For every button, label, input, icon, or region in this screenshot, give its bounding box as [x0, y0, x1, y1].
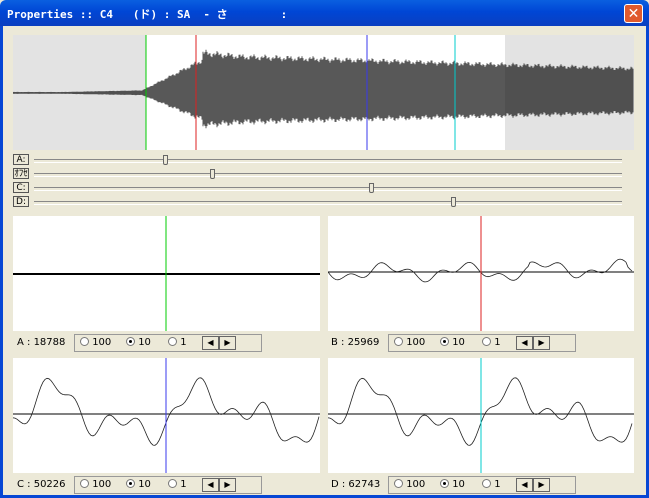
panel-a[interactable] [13, 216, 320, 331]
step-left-button[interactable]: ◀ [202, 336, 219, 350]
step-left-button[interactable]: ◀ [516, 478, 533, 492]
panel-d-controls: D : 62743 100 10 1 ◀ ▶ [331, 476, 631, 496]
slider-0-track[interactable] [34, 159, 622, 163]
radio-10[interactable]: 10 [126, 337, 151, 348]
panel-a-label: A : 18788 [17, 337, 66, 348]
panel-b[interactable] [327, 216, 634, 331]
step-radio-group: 100 10 1 ◀ ▶ [74, 476, 262, 494]
step-radio-group: 100 10 1 ◀ ▶ [388, 476, 576, 494]
panel-c-controls: C : 50226 100 10 1 ◀ ▶ [17, 476, 317, 496]
slider-2-thumb[interactable] [369, 183, 375, 193]
panel-a-controls: A : 18788 100 10 1 ◀ ▶ [17, 334, 317, 354]
panel-d-label: D : 62743 [331, 479, 381, 490]
slider-1-track[interactable] [34, 173, 622, 177]
step-right-button[interactable]: ▶ [533, 336, 550, 350]
slider-2-button[interactable]: C: [13, 182, 29, 193]
slider-2-track[interactable] [34, 187, 622, 191]
slider-1-thumb[interactable] [210, 169, 216, 179]
step-right-button[interactable]: ▶ [533, 478, 550, 492]
window-title: Properties :: C4 (ド) : SA - さ : [7, 8, 288, 21]
title-bar: Properties :: C4 (ド) : SA - さ : ✕ [0, 0, 649, 26]
panel-c[interactable] [12, 358, 320, 473]
radio-100[interactable]: 100 [80, 479, 111, 490]
radio-1[interactable]: 1 [168, 337, 187, 348]
slider-3-thumb[interactable] [451, 197, 457, 207]
radio-1[interactable]: 1 [168, 479, 187, 490]
main-waveform[interactable] [13, 35, 634, 150]
radio-10[interactable]: 10 [126, 479, 151, 490]
step-right-button[interactable]: ▶ [219, 336, 236, 350]
radio-100[interactable]: 100 [394, 337, 425, 348]
step-right-button[interactable]: ▶ [219, 478, 236, 492]
step-radio-group: 100 10 1 ◀ ▶ [388, 334, 576, 352]
step-left-button[interactable]: ◀ [202, 478, 219, 492]
radio-10[interactable]: 10 [440, 479, 465, 490]
radio-100[interactable]: 100 [394, 479, 425, 490]
radio-1[interactable]: 1 [482, 337, 501, 348]
step-left-button[interactable]: ◀ [516, 336, 533, 350]
radio-10[interactable]: 10 [440, 337, 465, 348]
slider-0-button[interactable]: A: [13, 154, 29, 165]
panel-b-controls: B : 25969 100 10 1 ◀ ▶ [331, 334, 631, 354]
close-button[interactable]: ✕ [624, 4, 643, 23]
panel-b-label: B : 25969 [331, 337, 380, 348]
step-radio-group: 100 10 1 ◀ ▶ [74, 334, 262, 352]
slider-3-button[interactable]: D: [13, 196, 29, 207]
slider-1-button[interactable]: ｵﾌｾ [13, 168, 29, 179]
panel-c-label: C : 50226 [17, 479, 66, 490]
radio-100[interactable]: 100 [80, 337, 111, 348]
slider-0-thumb[interactable] [163, 155, 169, 165]
slider-3-track[interactable] [34, 201, 622, 205]
radio-1[interactable]: 1 [482, 479, 501, 490]
panel-d[interactable] [327, 358, 634, 473]
